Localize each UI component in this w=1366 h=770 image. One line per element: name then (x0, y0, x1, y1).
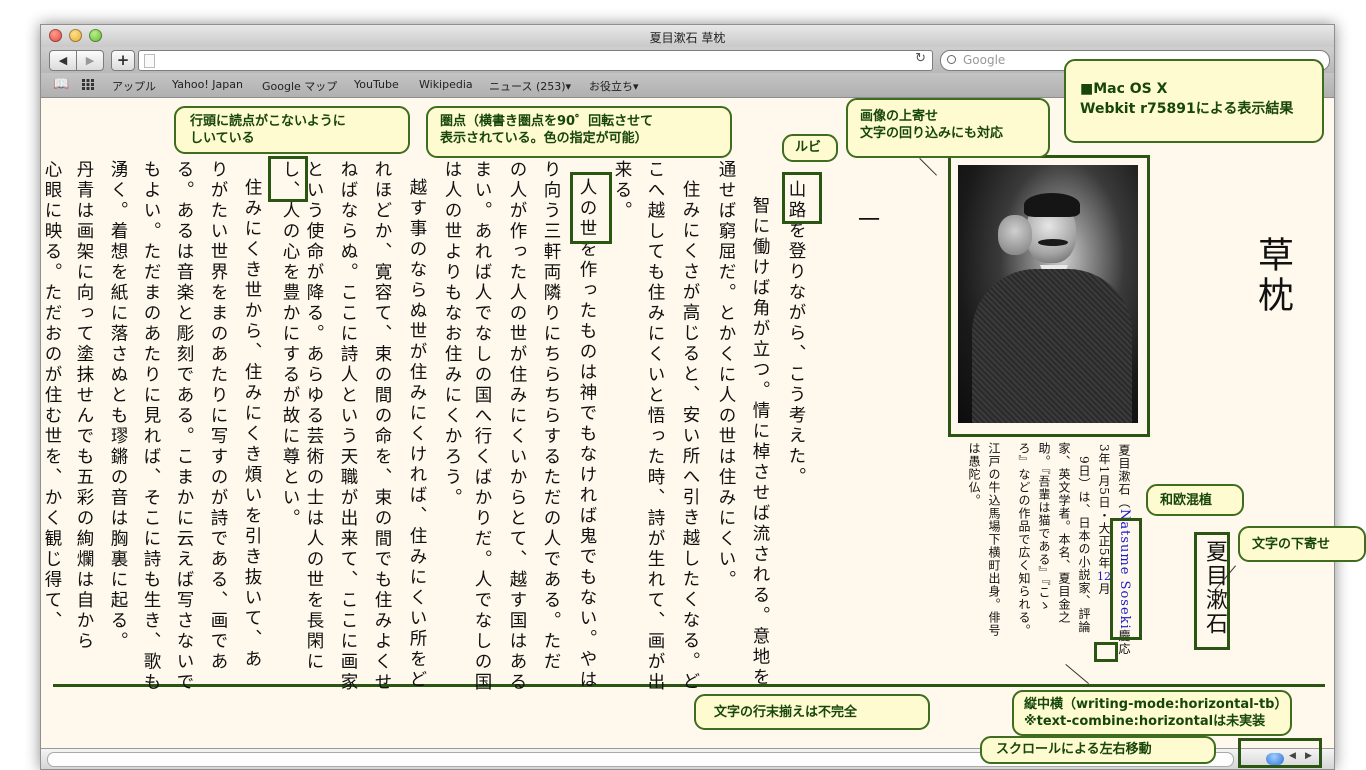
text-line: 通せば窮屈だ。とかくに人の世は住みにくい。 (716, 160, 736, 591)
text-line: まい。あれば人でなしの国へ行くばかりだ。人でなしの国 (472, 160, 492, 693)
search-icon (947, 55, 956, 64)
text-line: こへ越しても住みにくいと悟った時、詩が生れて、画が出 (645, 160, 665, 693)
bookmark-apple[interactable]: アップル (112, 78, 156, 94)
text-line: 越す事のならぬ世が住みにくければ、住みにくい所をど (407, 178, 427, 691)
highlight-scroll (1238, 738, 1322, 768)
callout-text: 行頭に読点がこないように (190, 114, 346, 129)
text-line: の人が作った人の世が住みにくいからとて、越す国はある (507, 160, 527, 693)
highlight-bottom-align (1194, 532, 1230, 650)
bookmark-news[interactable]: ニュース (253)▾ (489, 78, 571, 94)
callout-text: ※text-combine:horizontalは未実装 (1024, 714, 1266, 729)
back-button[interactable]: ◀ (49, 50, 77, 71)
bookmark-wikipedia[interactable]: Wikipedia (419, 78, 473, 91)
callout-text: 文字の回り込みにも対応 (860, 126, 1004, 141)
callout-text: スクロールによる左右移動 (996, 742, 1152, 757)
callout-text: 表示されている。色の指定が可能） (440, 131, 648, 146)
callout-text: 画像の上寄せ (860, 109, 939, 124)
caption-line: ろ』などの作品で広く知られる。 (1017, 442, 1031, 637)
callout-image-float: 画像の上寄せ 文字の回り込みにも対応 (846, 98, 1050, 158)
callout-mixed-text: 和欧混植 (1146, 484, 1244, 516)
add-bookmark-button[interactable]: + (111, 50, 135, 71)
callout-text: ルビ (795, 140, 822, 155)
title-bar: 夏目漱石 草枕 (41, 25, 1334, 47)
caption-line: 助。『吾輩は猫である』『こゝ (1037, 442, 1051, 612)
window-title: 夏目漱石 草枕 (649, 31, 726, 45)
callout-text: 和欧混植 (1160, 493, 1213, 508)
page-icon (144, 54, 155, 68)
callout-platform: ■Mac OS X Webkit r75891による表示結果 (1064, 59, 1324, 143)
text-line: 住みにくさが高じると、安い所へ引き越したくなる。ど (680, 180, 700, 693)
bookmark-useful[interactable]: お役立ち▾ (589, 78, 639, 94)
text-line: ねばならぬ。ここに詩人という天職が出来て、ここに画家 (338, 160, 358, 693)
text-line: 智に働けば角が立つ。情に棹させば流される。意地を (750, 196, 770, 688)
text-line: という使命が降る。あらゆる芸術の士は人の世を長閑に (304, 160, 324, 673)
text-line: り向う三軒両隣りにちらちらするただの人である。ただ (541, 160, 561, 673)
text-line: もよい。ただまのあたりに見れば、そこに詩も生き、歌も (141, 160, 161, 693)
reading-list-icon[interactable]: 📖 (53, 78, 69, 91)
callout-text: しいている (190, 131, 255, 146)
callout-emphasis: 圏点（横書き圏点を90゜回転させて 表示されている。色の指定が可能） (426, 106, 732, 158)
highlight-tcy (1094, 642, 1118, 662)
caption-text: 月 (1097, 582, 1111, 596)
text-line: は人の世よりもなお住みにくかろう。 (442, 160, 462, 509)
chapter-number: 一 (854, 208, 879, 230)
callout-justify: 文字の行末揃えは不完全 (694, 694, 930, 730)
plus-icon: + (116, 51, 130, 69)
text-line: れほどか、寛容て、束の間の命を、束の間でも住みよくせ (372, 160, 392, 693)
text-line: 住みにくき世から、住みにくき煩いを引き抜いて、あ (242, 178, 262, 670)
bookmark-google-maps[interactable]: Google マップ (262, 78, 337, 94)
text-line: る。あるは音楽と彫刻である。こまかに云えば写さないで (174, 160, 194, 693)
forward-icon: ▶ (85, 54, 95, 67)
callout-ruby: ルビ (782, 134, 838, 162)
text-line: 人の世を作ったものは神でもなければ鬼でもない。やは (577, 178, 597, 691)
text-line: 湧く。着想を紙に落さぬとも璆鏘の音は胸裏に起る。 (108, 160, 128, 652)
search-input[interactable]: Google (963, 51, 1005, 70)
text-line: し、人の心を豊かにするが故に尊とい。 (280, 160, 300, 529)
callout-kinsoku: 行頭に読点がこないように しいている (174, 106, 410, 154)
back-icon: ◀ (58, 54, 68, 67)
callout-text: 文字の下寄せ (1252, 537, 1331, 552)
caption-line: は愚陀仏。 (967, 442, 981, 507)
highlight-emphasis (570, 172, 612, 244)
bookmark-youtube[interactable]: YouTube (354, 78, 399, 91)
top-sites-grid-icon[interactable] (82, 79, 94, 90)
caption-text: 夏目漱石（ (1117, 444, 1131, 509)
callout-text: 文字の行末揃えは不完全 (714, 705, 858, 720)
highlight-mixed-text (1110, 518, 1142, 640)
callout-text: ■Mac OS X (1080, 81, 1168, 97)
book-title: 草枕 (1252, 236, 1293, 316)
callout-text: 縦中横（writing-mode:horizontal-tb） (1024, 697, 1288, 712)
callout-text: 圏点（横書き圏点を90゜回転させて (440, 114, 654, 129)
highlight-kinsoku (268, 156, 308, 202)
text-line: 来る。 (612, 160, 632, 222)
text-line: 心眼に映る。ただおのが住む世を、かく観じ得て、 (42, 160, 62, 632)
text-line: 山路を登りながら、こう考えた。 (786, 180, 806, 488)
caption-line: 9日）は、日本の小説家、評論 (1077, 456, 1091, 634)
text-line: 丹青は画架に向って塗抹せんでも五彩の絢爛は自から (74, 160, 94, 652)
text-line: りがたい世界をまのあたりに写すのが詩である、画であ (208, 160, 228, 673)
callout-scroll: スクロールによる左右移動 (980, 736, 1216, 764)
forward-button[interactable]: ▶ (76, 50, 104, 71)
caption-line: 家、英文学者。本名、夏目金之 (1057, 442, 1071, 624)
reload-icon[interactable]: ↻ (915, 51, 926, 66)
highlight-image (948, 155, 1150, 437)
callout-tcy: 縦中横（writing-mode:horizontal-tb） ※text-co… (1012, 690, 1292, 736)
callout-bottom-align: 文字の下寄せ (1238, 526, 1366, 562)
caption-line: 江戸の牛込馬場下横町出身。俳号 (987, 442, 1001, 637)
callout-text: Webkit r75891による表示結果 (1080, 101, 1294, 117)
tcy-number: 12 (1097, 569, 1111, 583)
address-bar[interactable]: ↻ (138, 50, 933, 71)
highlight-ruby (782, 172, 822, 224)
bookmark-yahoo-japan[interactable]: Yahoo! Japan (172, 78, 243, 91)
caption-text: 3年1月5日・大正5年 (1097, 444, 1111, 570)
